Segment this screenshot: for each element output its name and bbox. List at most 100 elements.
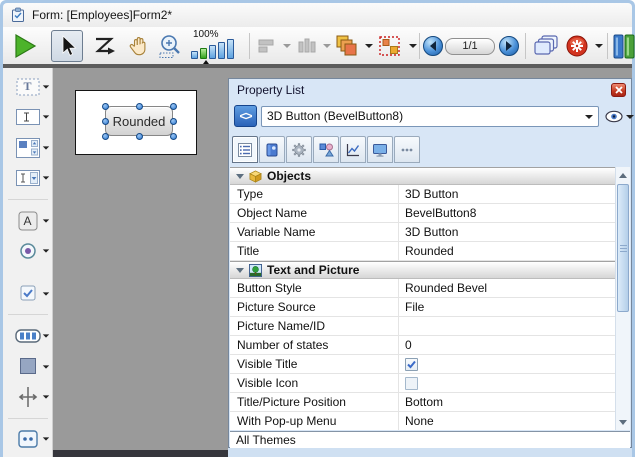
selection-handle-e[interactable] xyxy=(170,118,177,125)
selection-handle-sw[interactable] xyxy=(102,133,109,140)
section-header[interactable]: Objects xyxy=(230,167,615,185)
property-tab-book[interactable] xyxy=(259,136,285,163)
property-value[interactable]: Rounded xyxy=(398,242,615,260)
next-page-icon xyxy=(506,41,512,51)
property-tab-chart[interactable] xyxy=(340,136,366,163)
property-tab-shapes[interactable] xyxy=(313,136,339,163)
bevel-button-object[interactable]: Rounded xyxy=(105,106,173,136)
settings-dropdown-icon[interactable] xyxy=(595,44,603,48)
property-value[interactable]: 3D Button xyxy=(398,185,615,203)
property-list-titlebar[interactable]: Property List xyxy=(229,79,631,101)
property-value[interactable]: Bottom xyxy=(398,393,615,411)
property-value[interactable]: BevelButton8 xyxy=(398,204,615,222)
object-selector-combo[interactable]: 3D Button (BevelButton8) xyxy=(261,106,599,127)
next-page-button[interactable] xyxy=(499,36,519,56)
sidebar-tool-radio[interactable] xyxy=(5,238,51,263)
layers-button[interactable] xyxy=(333,30,361,62)
checkbox-unchecked-icon[interactable] xyxy=(405,377,418,390)
form-pages-icon xyxy=(533,34,560,59)
previous-page-button[interactable] xyxy=(423,36,443,56)
zoom-bar-current[interactable] xyxy=(200,48,207,59)
view-options-button[interactable] xyxy=(605,110,634,123)
combo-dropdown-icon[interactable] xyxy=(585,115,593,119)
scrollbar-thumb[interactable] xyxy=(617,184,629,312)
pointer-tool-button[interactable] xyxy=(51,30,83,62)
section-header[interactable]: Text and Picture xyxy=(230,261,615,279)
checkbox-checked-icon[interactable] xyxy=(405,358,418,371)
selection-handle-se[interactable] xyxy=(170,133,177,140)
disclosure-triangle-icon[interactable] xyxy=(236,268,244,273)
chevron-down-icon[interactable] xyxy=(42,250,48,253)
property-value[interactable] xyxy=(398,374,615,392)
zoom-bar-1[interactable] xyxy=(191,51,198,59)
theme-filter-bar[interactable]: All Themes xyxy=(230,431,630,448)
run-form-button[interactable] xyxy=(9,30,41,62)
disclosure-triangle-icon[interactable] xyxy=(236,174,244,179)
entry-order-tool-button[interactable] xyxy=(89,30,121,62)
form-canvas[interactable]: Rounded xyxy=(75,90,197,155)
property-tab-gear[interactable] xyxy=(286,136,312,163)
selection-handle-ne[interactable] xyxy=(170,103,177,110)
property-value[interactable]: Rounded Bevel xyxy=(398,279,615,297)
zoom-bar-4[interactable] xyxy=(218,42,225,59)
sidebar-tool-rectangle[interactable] xyxy=(5,354,51,379)
layers-dropdown-icon[interactable] xyxy=(365,44,373,48)
form-pages-button[interactable] xyxy=(530,30,562,62)
chevron-down-icon[interactable] xyxy=(42,146,48,149)
chevron-down-icon[interactable] xyxy=(42,219,48,222)
property-value[interactable]: 0 xyxy=(398,336,615,354)
zoom-bars-icon[interactable] xyxy=(191,39,234,59)
chevron-down-icon[interactable] xyxy=(42,335,48,338)
titlebar[interactable]: Form: [Employees]Form2* xyxy=(3,3,632,27)
selection-handle-w[interactable] xyxy=(102,118,109,125)
object-nav-button[interactable]: <> xyxy=(234,105,257,127)
property-value[interactable]: None xyxy=(398,412,615,430)
chevron-down-icon[interactable] xyxy=(42,365,48,368)
chevron-down-icon[interactable] xyxy=(42,438,48,441)
property-tab-more[interactable] xyxy=(394,136,420,163)
selection-handle-s[interactable] xyxy=(136,133,143,140)
checkbox-tool-icon xyxy=(19,284,37,302)
sidebar-tool-combo[interactable] xyxy=(5,165,51,190)
chevron-down-icon[interactable] xyxy=(42,177,48,180)
sidebar-tool-splitter[interactable] xyxy=(5,384,51,409)
sidebar-tool-input[interactable] xyxy=(5,104,51,129)
group-dropdown-icon[interactable] xyxy=(409,44,417,48)
selection-handle-n[interactable] xyxy=(136,103,143,110)
property-value[interactable] xyxy=(398,355,615,373)
selection-handle-nw[interactable] xyxy=(102,103,109,110)
chevron-down-icon[interactable] xyxy=(42,395,48,398)
magnifier-icon xyxy=(158,33,184,59)
chevron-down-icon[interactable] xyxy=(42,292,48,295)
hand-tool-button[interactable] xyxy=(123,30,155,62)
zoom-tool-button[interactable] xyxy=(155,30,187,62)
property-tab-list[interactable] xyxy=(232,136,258,163)
settings-button[interactable] xyxy=(563,30,591,62)
sidebar-tool-text[interactable]: T xyxy=(5,74,51,99)
chevron-down-icon[interactable] xyxy=(42,116,48,119)
chevron-down-icon[interactable] xyxy=(42,85,48,88)
zoom-level-widget[interactable]: 100% xyxy=(191,29,245,64)
zoom-bar-3[interactable] xyxy=(209,45,216,59)
sidebar-tool-button[interactable]: A xyxy=(5,208,51,233)
scroll-down-icon[interactable] xyxy=(616,415,630,429)
tool-palette: TA xyxy=(3,68,53,457)
scroll-up-icon[interactable] xyxy=(616,168,630,182)
sidebar-tool-checkbox[interactable] xyxy=(5,281,51,306)
sidebar-tool-segmented[interactable] xyxy=(5,323,51,348)
property-tab-monitor[interactable] xyxy=(367,136,393,163)
scrollbar[interactable] xyxy=(615,167,630,430)
form-editor-window: Form: [Employees]Form2* 100% xyxy=(0,0,635,457)
close-button[interactable] xyxy=(611,83,626,97)
eye-dropdown-icon[interactable] xyxy=(626,115,634,119)
property-value[interactable] xyxy=(398,317,615,335)
property-value[interactable]: File xyxy=(398,298,615,316)
sidebar-tool-listbox[interactable] xyxy=(5,135,51,160)
sidebar-tool-plugin[interactable] xyxy=(5,426,51,451)
library-button[interactable] xyxy=(612,30,635,62)
segmented-tool-icon xyxy=(15,329,41,343)
property-row: TitleRounded xyxy=(230,242,615,261)
group-button[interactable] xyxy=(375,30,405,62)
zoom-bar-5[interactable] xyxy=(227,39,234,59)
property-value[interactable]: 3D Button xyxy=(398,223,615,241)
